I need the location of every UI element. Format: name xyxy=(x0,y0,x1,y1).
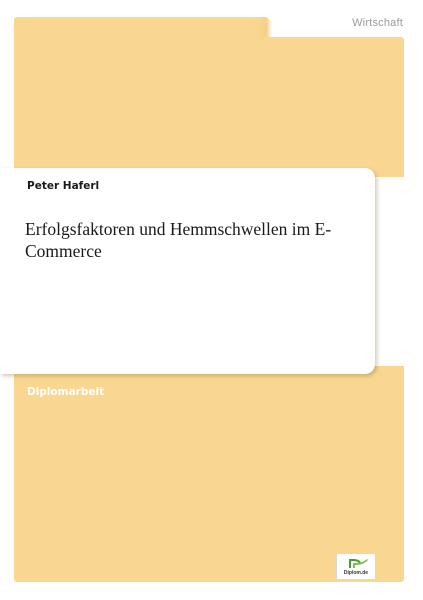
cover-panel-top xyxy=(14,17,266,175)
cover-panel-bottom xyxy=(14,366,404,582)
diplom-logo-icon xyxy=(349,559,368,568)
author-name: Peter Haferl xyxy=(27,180,100,192)
book-title: Erfolgsfaktoren und Hemmschwellen im E-C… xyxy=(25,219,332,261)
document-type-label: Diplomarbeit xyxy=(27,386,105,398)
category-label: Wirtschaft xyxy=(352,17,403,29)
cover-panel-top-right xyxy=(264,37,404,177)
book-cover: Wirtschaft Peter Haferl Erfolgsfaktoren … xyxy=(0,0,423,600)
title-card xyxy=(0,168,375,374)
publisher-logo: Diplom.de xyxy=(336,553,376,580)
publisher-name: Diplom.de xyxy=(343,570,369,576)
